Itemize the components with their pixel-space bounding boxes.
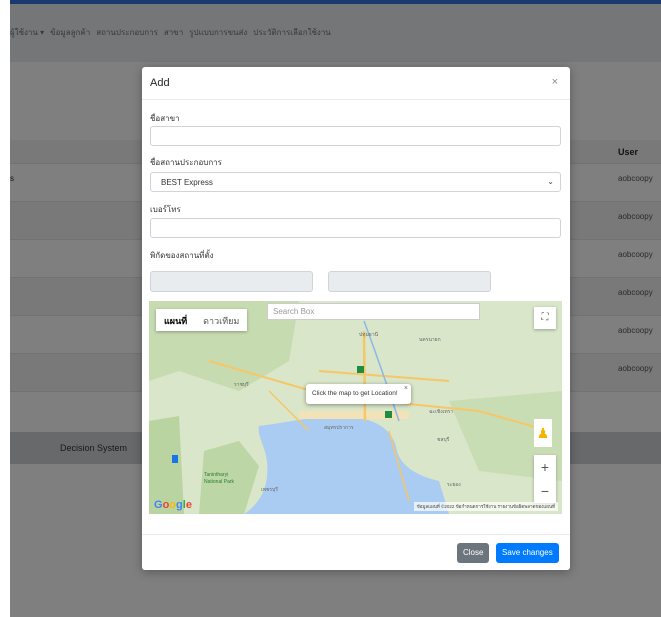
- google-logo: Google: [154, 499, 192, 511]
- chevron-down-icon: ⌄: [547, 177, 554, 186]
- map-info-text: Click the map to get Location!: [312, 390, 398, 397]
- zoom-out-button[interactable]: −: [534, 479, 556, 503]
- phone-input[interactable]: [150, 218, 561, 238]
- zoom-in-button[interactable]: +: [534, 455, 556, 479]
- location-label: พิกัดของสถานที่ตั้ง: [150, 251, 214, 260]
- map-canvas: ปทุมธานี นครนายก กรุงเทพมหานคร ฉะเชิงเทร…: [149, 301, 562, 514]
- close-button[interactable]: Close: [457, 543, 490, 563]
- map-info-window: Click the map to get Location! ×: [306, 384, 411, 404]
- svg-text:ฉะเชิงเทรา: ฉะเชิงเทรา: [429, 408, 453, 415]
- svg-text:ระยอง: ระยอง: [447, 482, 461, 488]
- modal-footer: Close Save changes: [142, 534, 570, 570]
- save-changes-button[interactable]: Save changes: [496, 543, 559, 563]
- map-type-satellite[interactable]: ดาวเทียม: [195, 309, 247, 331]
- svg-text:ราชบุรี: ราชบุรี: [234, 381, 249, 388]
- company-selected-value: BEST Express: [161, 178, 213, 187]
- add-branch-modal: Add × ชื่อสาขา ชื่อสถานประกอบการ BEST Ex…: [142, 67, 570, 570]
- fullscreen-icon[interactable]: ⛶: [534, 307, 556, 329]
- info-close-icon[interactable]: ×: [404, 385, 408, 392]
- location-map[interactable]: ปทุมธานี นครนายก กรุงเทพมหานคร ฉะเชิงเทร…: [149, 301, 562, 514]
- svg-text:นครนายก: นครนายก: [419, 337, 441, 343]
- phone-label: เบอร์โทร: [150, 205, 181, 214]
- company-select[interactable]: BEST Express ⌄: [150, 172, 561, 192]
- svg-text:National Park: National Park: [204, 479, 235, 485]
- close-icon[interactable]: ×: [552, 76, 558, 88]
- latitude-field[interactable]: [150, 271, 313, 292]
- branch-name-label: ชื่อสาขา: [150, 114, 180, 123]
- map-type-control: แผนที่ ดาวเทียม: [156, 309, 248, 331]
- svg-text:ชลบุรี: ชลบุรี: [437, 436, 450, 443]
- map-legal-text[interactable]: ข้อมูลแผนที่ ©2022 ข้อกำหนดการใช้งาน ราย…: [413, 502, 558, 511]
- branch-name-input[interactable]: [150, 126, 561, 146]
- longitude-field[interactable]: [328, 271, 491, 292]
- svg-text:สมุทรปราการ: สมุทรปราการ: [324, 425, 354, 431]
- svg-text:เพชรบุรี: เพชรบุรี: [261, 486, 278, 493]
- company-label: ชื่อสถานประกอบการ: [150, 158, 222, 167]
- zoom-control: + −: [534, 455, 556, 503]
- map-search-input[interactable]: Search Box: [267, 303, 480, 320]
- street-view-pegman-icon[interactable]: ♟: [534, 419, 552, 447]
- modal-header: Add ×: [142, 67, 570, 100]
- svg-text:Tanintharyi: Tanintharyi: [204, 472, 228, 478]
- svg-text:ปทุมธานี: ปทุมธานี: [359, 331, 379, 338]
- map-type-roadmap[interactable]: แผนที่: [156, 309, 195, 331]
- modal-title: Add: [150, 77, 170, 89]
